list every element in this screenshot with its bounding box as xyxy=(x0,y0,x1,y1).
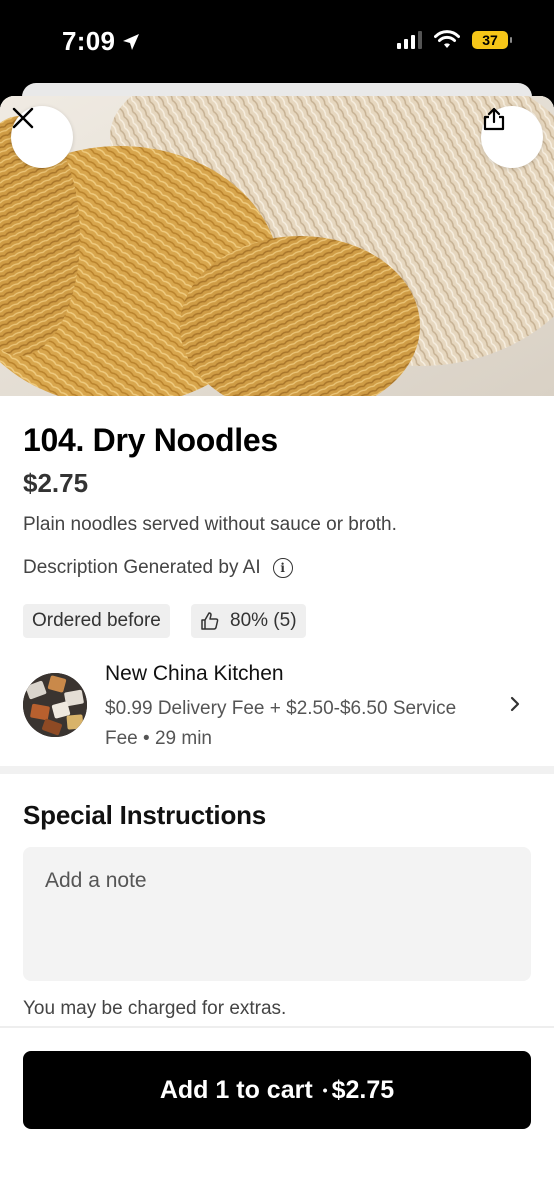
item-detail-sheet: 104. Dry Noodles $2.75 Plain noodles ser… xyxy=(0,96,554,1200)
item-price: $2.75 xyxy=(23,468,89,498)
item-title: 104. Dry Noodles xyxy=(23,422,278,458)
add-to-cart-button[interactable]: Add 1 to cart • $2.75 xyxy=(23,1051,531,1129)
store-avatar xyxy=(23,673,87,737)
add-to-cart-label: Add 1 to cart xyxy=(159,1075,313,1104)
rating-badge: 80% (5) xyxy=(191,604,306,638)
battery-level: 37 xyxy=(482,32,498,48)
close-button[interactable] xyxy=(11,106,73,168)
share-icon xyxy=(483,107,505,131)
clock: 7:09 xyxy=(62,26,116,56)
noodles-image xyxy=(0,96,554,396)
cart-price: $2.75 xyxy=(331,1075,395,1104)
section-divider xyxy=(0,766,554,774)
ai-note-label: Description Generated by AI xyxy=(23,557,261,578)
extras-note: You may be charged for extras. xyxy=(23,998,287,1019)
status-time: 7:09 xyxy=(62,26,141,57)
status-bar: 7:09 37 xyxy=(0,0,554,84)
close-icon xyxy=(12,107,34,129)
cart-separator: • xyxy=(322,1082,328,1098)
status-icons: 37 xyxy=(397,30,512,50)
store-food-image xyxy=(23,673,87,737)
signal-icon xyxy=(397,31,422,49)
rating-label: 80% (5) xyxy=(230,610,297,631)
wifi-icon xyxy=(434,30,460,48)
store-fees: $0.99 Delivery Fee + $2.50-$6.50 Service… xyxy=(105,698,457,749)
store-name: New China Kitchen xyxy=(105,662,284,685)
battery-icon: 37 xyxy=(472,31,512,49)
footer-divider xyxy=(0,1026,554,1028)
special-instructions-input[interactable] xyxy=(23,847,531,981)
item-image xyxy=(0,96,554,396)
info-icon[interactable]: i xyxy=(272,558,293,578)
special-instructions-title: Special Instructions xyxy=(23,800,267,830)
chevron-right-icon xyxy=(509,692,521,720)
thumbs-up-icon xyxy=(201,612,219,630)
ordered-before-label: Ordered before xyxy=(32,610,161,631)
share-button[interactable] xyxy=(481,106,543,168)
store-row[interactable]: New China Kitchen $0.99 Delivery Fee + $… xyxy=(23,660,531,750)
item-description: Plain noodles served without sauce or br… xyxy=(23,514,397,535)
ordered-before-badge: Ordered before xyxy=(23,604,170,638)
ai-description-note: Description Generated by AI i xyxy=(23,557,293,579)
location-arrow-icon xyxy=(123,33,140,50)
